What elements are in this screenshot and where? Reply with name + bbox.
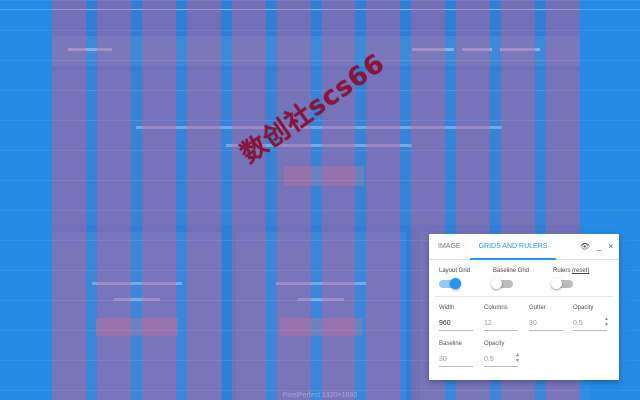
card-text [114, 298, 160, 301]
rulers-label-text: Rulers [553, 268, 571, 274]
feature-card [236, 232, 406, 400]
top-ruler-line [0, 9, 640, 10]
width-input[interactable] [439, 317, 473, 331]
width-label: Width [439, 305, 455, 311]
card-text [298, 298, 344, 301]
baseline-input[interactable] [439, 353, 473, 367]
baseline-grid-toggle-group: Baseline Grid [491, 268, 530, 289]
tab-image[interactable]: IMAGE [429, 234, 470, 260]
opacity-input[interactable] [573, 317, 607, 331]
hero-subline [226, 144, 412, 147]
panel-actions: 👁 _ × [580, 234, 613, 260]
switch-knob [491, 278, 502, 289]
layout-grid-switch[interactable] [439, 278, 461, 289]
rulers-label: Rulers (reset) [553, 268, 589, 274]
layout-grid-toggle-group: Layout Grid [439, 268, 471, 289]
visibility-icon[interactable]: 👁 [580, 234, 590, 260]
columns-label: Columns [484, 305, 508, 311]
hero-section [52, 70, 580, 225]
header-nav-item [412, 48, 454, 51]
hero-button [284, 166, 364, 186]
header-nav-item [462, 48, 492, 51]
rulers-switch[interactable] [551, 278, 573, 289]
page-header [52, 36, 580, 66]
baseline-opacity-stepper[interactable]: ▲ ▼ [515, 352, 520, 364]
gutter-input[interactable] [529, 317, 563, 331]
close-icon[interactable]: × [608, 234, 613, 260]
baseline-label: Baseline [439, 341, 463, 347]
switch-knob [551, 278, 562, 289]
feature-card [52, 232, 222, 400]
opacity-field: Opacity ▲▼ [573, 305, 609, 331]
panel-tabs: IMAGE GRIDS AND RULERS 👁 _ × [429, 234, 619, 260]
baseline-opacity-label: Opacity [484, 341, 505, 347]
baseline-field: Baseline [439, 341, 473, 367]
gutter-label: Gutter [529, 305, 546, 311]
opacity-label: Opacity [573, 305, 594, 311]
grid-settings-panel: IMAGE GRIDS AND RULERS 👁 _ × Layout Grid… [429, 234, 619, 380]
rulers-toggle-group: Rulers (reset) [551, 268, 589, 289]
baseline-grid-label: Baseline Grid [493, 268, 530, 274]
switch-knob [450, 278, 461, 289]
rulers-reset-link[interactable]: (reset) [572, 268, 589, 274]
baseline-grid-switch[interactable] [491, 278, 513, 289]
hero-headline [136, 126, 502, 129]
gutter-field: Gutter [529, 305, 563, 331]
grid-margin-left [0, 0, 52, 400]
footer-text: PixelPerfect 1920×1080 [282, 392, 358, 399]
card-button [96, 318, 178, 336]
card-title [276, 282, 366, 285]
card-button [280, 318, 362, 336]
baseline-opacity-field: Opacity ▲▼ [484, 341, 520, 367]
header-nav-item [500, 48, 540, 51]
toggle-row: Layout Grid Baseline Grid Rulers (reset) [429, 260, 619, 296]
tab-grids-and-rulers[interactable]: GRIDS AND RULERS [469, 234, 557, 260]
minimize-icon[interactable]: _ [597, 234, 601, 260]
width-field: Width [439, 305, 473, 331]
layout-grid-label: Layout Grid [439, 268, 471, 274]
card-title [92, 282, 182, 285]
header-logo [68, 48, 112, 51]
opacity-stepper[interactable]: ▲ ▼ [604, 316, 609, 328]
grid-fields: Width Columns Gutter Opacity ▲▼ Baseline… [429, 297, 619, 377]
columns-field: Columns [484, 305, 518, 331]
baseline-opacity-input[interactable] [484, 353, 518, 367]
columns-input[interactable] [484, 317, 518, 331]
